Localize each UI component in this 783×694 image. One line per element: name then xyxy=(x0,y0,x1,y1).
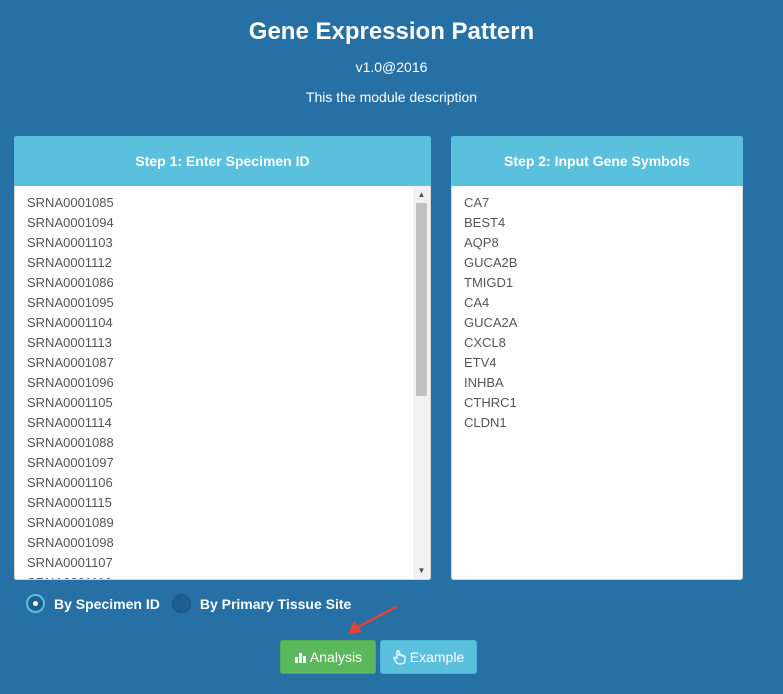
list-item: CA7 xyxy=(464,195,490,210)
radio-by-tissue-label: By Primary Tissue Site xyxy=(199,595,352,612)
list-item: SRNA0001112 xyxy=(27,255,112,270)
specimen-panel-heading: Step 1: Enter Specimen ID xyxy=(14,136,431,186)
list-item: SRNA0001103 xyxy=(27,235,113,250)
list-item: SRNA0001087 xyxy=(27,355,114,370)
specimen-id-list: SRNA0001085 SRNA0001094 SRNA0001103 SRNA000… xyxy=(27,193,412,579)
list-item: SRNA0001115 xyxy=(27,495,112,510)
radio-by-specimen[interactable]: By Specimen ID xyxy=(26,594,160,613)
annotation-arrow-icon xyxy=(348,605,398,634)
gene-panel-heading: Step 2: Input Gene Symbols xyxy=(451,136,743,186)
list-item: SRNA0001085 xyxy=(27,195,114,210)
list-item: SRNA0001097 xyxy=(27,455,114,470)
list-item: GUCA2A xyxy=(464,315,518,330)
gene-symbols-textarea[interactable]: CA7 BEST4 AQP8 GUCA2B TMIGD1 CA4 GUCA2A CXCL8 ET… xyxy=(451,186,743,580)
analysis-button[interactable]: Analysis xyxy=(280,640,376,674)
list-item: BEST4 xyxy=(464,215,506,230)
list-item: CTHRC1 xyxy=(464,395,517,410)
list-item: SRNA0001105 xyxy=(27,395,113,410)
version-label: v1.0@2016 xyxy=(355,59,428,75)
list-item: SRNA0001089 xyxy=(27,515,114,530)
list-item: SRNA0001114 xyxy=(27,415,112,430)
radio-by-tissue[interactable]: By Primary Tissue Site xyxy=(171,594,352,613)
example-button-label: Example xyxy=(409,649,465,665)
list-item: SRNA0001095 xyxy=(27,295,114,310)
list-item: CLDN1 xyxy=(464,415,507,430)
analysis-button-label: Analysis xyxy=(309,649,363,665)
radio-unchecked-icon[interactable] xyxy=(171,594,191,613)
list-item: CA4 xyxy=(464,295,490,310)
list-item: SRNA0001107 xyxy=(27,555,113,570)
gene-symbol-list: CA7 BEST4 AQP8 GUCA2B TMIGD1 CA4 GUCA2A CXCL8 ET… xyxy=(464,193,724,579)
radio-checked-icon[interactable] xyxy=(26,594,45,613)
list-item: ETV4 xyxy=(464,355,497,370)
list-item: SRNA0001088 xyxy=(27,435,114,450)
scroll-thumb[interactable] xyxy=(416,203,427,396)
list-item: INHBA xyxy=(464,375,504,390)
list-item: SRNA0001098 xyxy=(27,535,114,550)
example-button[interactable]: Example xyxy=(380,640,477,674)
module-description: This the module description xyxy=(305,89,478,105)
gene-panel: Step 2: Input Gene Symbols CA7 BEST4 AQP8 G… xyxy=(451,136,743,580)
list-item: SRNA0001106 xyxy=(27,475,113,490)
list-item: GUCA2B xyxy=(464,255,518,270)
list-item: AQP8 xyxy=(464,235,499,250)
specimen-panel: Step 1: Enter Specimen ID SRNA0001085 SRN… xyxy=(14,136,431,580)
list-item: CXCL8 xyxy=(464,335,506,350)
specimen-id-textarea[interactable]: SRNA0001085 SRNA0001094 SRNA0001103 SRNA000… xyxy=(14,186,431,580)
list-item: SRNA0001096 xyxy=(27,375,114,390)
specimen-scrollbar[interactable]: ▲ ▼ xyxy=(413,186,430,579)
list-item: TMIGD1 xyxy=(464,275,514,290)
list-item: SRNA0001116 xyxy=(27,573,412,579)
page-title: Gene Expression Pattern xyxy=(248,18,535,45)
list-item: SRNA0001094 xyxy=(27,215,114,230)
list-item: SRNA0001086 xyxy=(27,275,114,290)
bar-chart-icon xyxy=(294,651,307,663)
mode-radio-group: By Specimen ID By Primary Tissue Site xyxy=(26,594,363,613)
scroll-down-arrow-icon[interactable]: ▼ xyxy=(413,562,430,579)
list-item: SRNA0001113 xyxy=(27,335,112,350)
list-item: SRNA0001104 xyxy=(27,315,113,330)
scroll-up-arrow-icon[interactable]: ▲ xyxy=(413,186,430,203)
hand-pointer-icon xyxy=(393,649,407,665)
radio-by-specimen-label: By Specimen ID xyxy=(54,595,160,612)
